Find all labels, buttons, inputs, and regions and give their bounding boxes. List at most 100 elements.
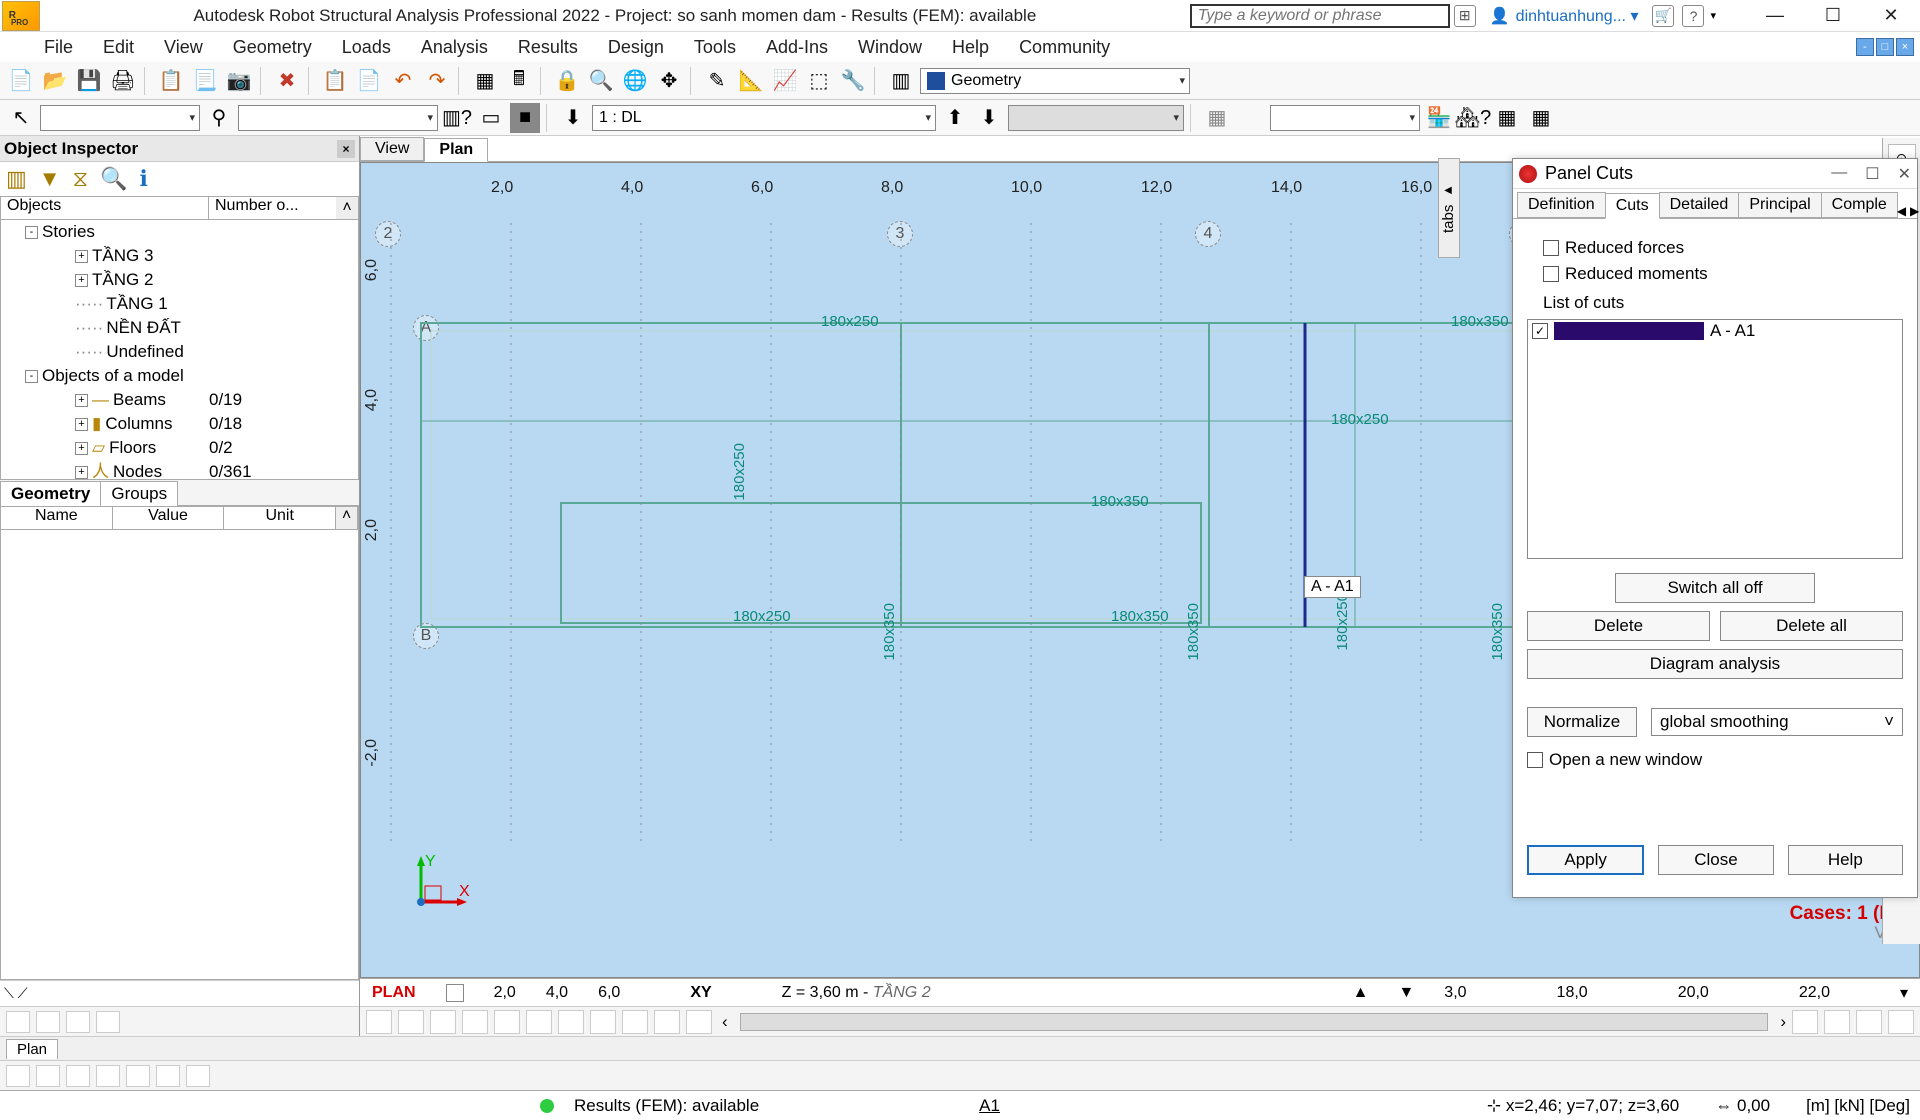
maximize-button[interactable]: ☐ bbox=[1804, 1, 1862, 31]
menu-view[interactable]: View bbox=[164, 37, 203, 58]
bst-6[interactable] bbox=[156, 1065, 180, 1087]
bst-4[interactable] bbox=[96, 1065, 120, 1087]
pc-tab-prev[interactable]: ◀ bbox=[1897, 204, 1906, 218]
insp-tool-3[interactable]: ⧖ bbox=[73, 166, 88, 192]
undo-icon[interactable]: ↶ bbox=[388, 66, 418, 96]
switch-all-off-button[interactable]: Switch all off bbox=[1615, 573, 1815, 603]
tabs-side[interactable]: tabs ▸ bbox=[1438, 158, 1460, 258]
run-icon[interactable]: ▦ bbox=[1202, 103, 1232, 133]
object-tree[interactable]: -Stories+TẦNG 3+TẦNG 2·····TẦNG 1·····NỀ… bbox=[0, 220, 359, 480]
tab-view[interactable]: View bbox=[360, 137, 424, 161]
move-icon[interactable]: ✥ bbox=[654, 66, 684, 96]
vbt-1[interactable] bbox=[366, 1010, 392, 1034]
apps-icon[interactable]: ⊞ bbox=[1454, 5, 1476, 27]
vbt-6[interactable] bbox=[526, 1010, 552, 1034]
menu-tools[interactable]: Tools bbox=[694, 37, 736, 58]
menu-analysis[interactable]: Analysis bbox=[421, 37, 488, 58]
close-dialog-button[interactable]: Close bbox=[1658, 845, 1773, 875]
normalize-button[interactable]: Normalize bbox=[1527, 707, 1637, 737]
graph-icon[interactable]: 📈 bbox=[770, 66, 800, 96]
cut-list-item[interactable]: ✓ A - A1 bbox=[1528, 320, 1902, 342]
combo-gray[interactable] bbox=[1008, 105, 1184, 131]
pc-tab-detailed[interactable]: Detailed bbox=[1659, 192, 1740, 218]
calc-icon[interactable]: 🖩 bbox=[504, 66, 534, 96]
pc-max[interactable]: ☐ bbox=[1865, 164, 1879, 184]
tree-col-objects[interactable]: Objects bbox=[1, 197, 209, 219]
cursor-icon[interactable]: ↖ bbox=[6, 103, 36, 133]
mdi-minimize[interactable]: - bbox=[1856, 38, 1874, 56]
prop-col-value[interactable]: Value bbox=[113, 507, 225, 529]
minimize-button[interactable]: ― bbox=[1746, 1, 1804, 31]
bst-5[interactable] bbox=[126, 1065, 150, 1087]
camera-icon[interactable]: 📷 bbox=[224, 66, 254, 96]
tree-row[interactable]: +▱Floors0/2 bbox=[1, 436, 358, 460]
loadcase-icon[interactable]: ⬇ bbox=[558, 103, 588, 133]
cut-item-checkbox[interactable]: ✓ bbox=[1532, 323, 1548, 339]
bst-2[interactable] bbox=[36, 1065, 60, 1087]
tree-scroll-up[interactable]: ˄ bbox=[336, 197, 358, 219]
measure-icon[interactable]: 📐 bbox=[736, 66, 766, 96]
layout-combo[interactable]: Geometry bbox=[920, 68, 1190, 94]
vbt-3[interactable] bbox=[430, 1010, 456, 1034]
filter-icon[interactable]: ⚲ bbox=[204, 103, 234, 133]
vbt-r2[interactable] bbox=[1824, 1010, 1850, 1034]
redo-icon[interactable]: ↷ bbox=[422, 66, 452, 96]
mdi-restore[interactable]: □ bbox=[1876, 38, 1894, 56]
tab-groups[interactable]: Groups bbox=[100, 481, 178, 506]
insp-tool-4[interactable]: 🔍 bbox=[100, 166, 127, 192]
vbt-r4[interactable] bbox=[1888, 1010, 1914, 1034]
vbt-4[interactable] bbox=[462, 1010, 488, 1034]
close-button[interactable]: ✕ bbox=[1862, 1, 1920, 31]
pc-tab-principal[interactable]: Principal bbox=[1738, 192, 1821, 218]
table-icon[interactable]: ▦ bbox=[470, 66, 500, 96]
prop-col-name[interactable]: Name bbox=[1, 507, 113, 529]
help-button[interactable]: Help bbox=[1788, 845, 1903, 875]
globe-icon[interactable]: 🌐 bbox=[620, 66, 650, 96]
vbt-11[interactable] bbox=[686, 1010, 712, 1034]
new-icon[interactable]: 📄 bbox=[6, 66, 36, 96]
preview-icon[interactable]: 📋 bbox=[156, 66, 186, 96]
menu-help[interactable]: Help bbox=[952, 37, 989, 58]
mdi-close[interactable]: × bbox=[1896, 38, 1914, 56]
tree-row[interactable]: -Objects of a model bbox=[1, 364, 358, 388]
lc-btn2[interactable]: ⬇ bbox=[974, 103, 1004, 133]
cart-icon[interactable]: 🛒 bbox=[1652, 5, 1674, 27]
tab-plan[interactable]: Plan bbox=[424, 138, 488, 162]
print-icon[interactable]: 🖨 bbox=[108, 66, 138, 96]
vbt-r1[interactable] bbox=[1792, 1010, 1818, 1034]
menu-community[interactable]: Community bbox=[1019, 37, 1110, 58]
insp-tool-1[interactable]: ▥ bbox=[6, 166, 27, 192]
wrench-icon[interactable]: 🔧 bbox=[838, 66, 868, 96]
delete-button[interactable]: Delete bbox=[1527, 611, 1710, 641]
prop-col-unit[interactable]: Unit bbox=[224, 507, 336, 529]
tree-col-number[interactable]: Number o... bbox=[209, 197, 336, 219]
copy-icon[interactable]: 📋 bbox=[320, 66, 350, 96]
pc-tab-next[interactable]: ▶ bbox=[1910, 204, 1919, 218]
help2-icon[interactable]: 🏘? bbox=[1458, 103, 1488, 133]
lview-1[interactable] bbox=[6, 1011, 30, 1033]
vbt-7[interactable] bbox=[558, 1010, 584, 1034]
frame-icon[interactable]: ▭ bbox=[476, 103, 506, 133]
pc-tab-complex[interactable]: Comple bbox=[1821, 192, 1898, 218]
inspector-close[interactable]: × bbox=[337, 140, 355, 158]
pc-tab-cuts[interactable]: Cuts bbox=[1605, 193, 1660, 219]
page-icon[interactable]: 📃 bbox=[190, 66, 220, 96]
help-icon[interactable]: ? bbox=[1682, 5, 1704, 27]
bst-1[interactable] bbox=[6, 1065, 30, 1087]
aux-combo[interactable] bbox=[1270, 105, 1420, 131]
diagram-analysis-button[interactable]: Diagram analysis bbox=[1527, 649, 1903, 679]
user-menu[interactable]: 👤dinhtuanhung... ▾ bbox=[1490, 6, 1639, 26]
open-icon[interactable]: 📂 bbox=[40, 66, 70, 96]
what-icon[interactable]: ▥? bbox=[442, 103, 472, 133]
vbt-r3[interactable] bbox=[1856, 1010, 1882, 1034]
pc-close[interactable]: ✕ bbox=[1898, 164, 1911, 184]
h-scrollbar[interactable] bbox=[740, 1013, 1769, 1031]
tab-geometry[interactable]: Geometry bbox=[0, 481, 101, 506]
menu-edit[interactable]: Edit bbox=[103, 37, 134, 58]
menu-window[interactable]: Window bbox=[858, 37, 922, 58]
delete-all-button[interactable]: Delete all bbox=[1720, 611, 1903, 641]
store-icon[interactable]: 🏪 bbox=[1424, 103, 1454, 133]
zoom-icon[interactable]: 🔍 bbox=[586, 66, 616, 96]
tree-row[interactable]: +TẦNG 3 bbox=[1, 244, 358, 268]
bottom-tab-plan[interactable]: Plan bbox=[6, 1039, 58, 1059]
